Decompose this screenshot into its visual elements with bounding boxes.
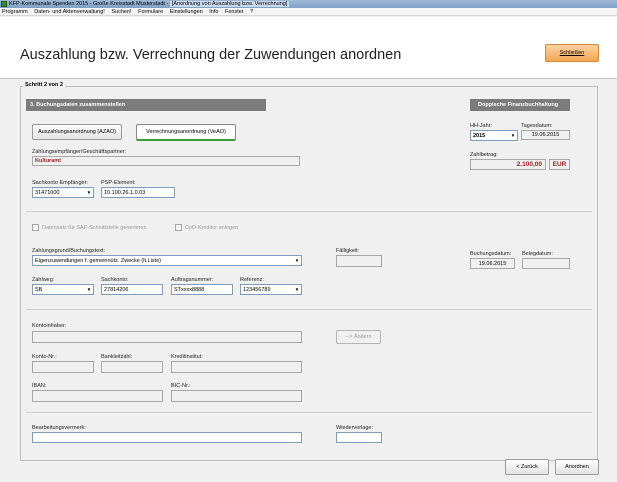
amount-field[interactable]: 2.100,00 bbox=[470, 159, 546, 170]
account-recipient-select[interactable]: 31471000 ▼ bbox=[32, 187, 94, 198]
account-label: Sachkonto: bbox=[101, 277, 129, 283]
resubmission-label: Wiedervorlage: bbox=[336, 425, 373, 431]
account-input[interactable]: 27814206 bbox=[101, 284, 163, 295]
hh-year-value: 2015 bbox=[473, 132, 486, 139]
resubmission-input[interactable] bbox=[336, 432, 382, 443]
close-button[interactable]: Schließen bbox=[545, 44, 599, 62]
sap-checkbox[interactable]: Datensatz für SAP-Schnittstelle generier… bbox=[32, 224, 147, 231]
order-button[interactable]: Anordnen bbox=[555, 459, 599, 475]
recipient-field[interactable]: Kulturamt bbox=[32, 156, 300, 166]
checkbox-icon bbox=[175, 224, 182, 231]
iban-field[interactable] bbox=[32, 390, 163, 402]
divider bbox=[26, 211, 592, 212]
step-indicator: Schritt 2 von 2 bbox=[23, 82, 65, 88]
note-label: Bearbeitungsvermerk: bbox=[32, 425, 86, 431]
reason-select[interactable]: Eigenzuwendungen f. gemeinnütz. Zwecke (… bbox=[32, 255, 302, 266]
account-no-label: Konto-Nr.: bbox=[32, 354, 57, 360]
menu-formulare[interactable]: Formulare bbox=[138, 9, 163, 15]
menu-fenster[interactable]: Fenster bbox=[225, 9, 244, 15]
veao-button[interactable]: Verrechnungsanordnung (VeAO) bbox=[136, 124, 236, 141]
menu-info[interactable]: Info bbox=[209, 9, 218, 15]
divider bbox=[26, 309, 592, 310]
bic-field[interactable] bbox=[171, 390, 302, 402]
reason-label: Zahlungsgrund/Buchungstext: bbox=[32, 248, 106, 254]
bank-code-label: Bankleitzahl: bbox=[101, 354, 133, 360]
chevron-down-icon: ▼ bbox=[86, 189, 92, 196]
cpd-checkbox[interactable]: CpD-Kreditor anlegen bbox=[175, 224, 238, 231]
chevron-down-icon: ▼ bbox=[294, 257, 300, 264]
reference-label: Referenz: bbox=[240, 277, 264, 283]
bic-label: BIC-Nr.: bbox=[171, 383, 191, 389]
menu-bar: Programm Daten- und Aktenverwaltung! Suc… bbox=[0, 8, 617, 16]
menu-programm[interactable]: Programm bbox=[2, 9, 28, 15]
recipient-label: Zahlungsempfänger/Geschäftspartner: bbox=[32, 149, 127, 155]
cpd-checkbox-label: CpD-Kreditor anlegen bbox=[185, 224, 239, 231]
holder-field[interactable] bbox=[32, 331, 302, 343]
bank-field[interactable] bbox=[171, 361, 302, 373]
reference-value: 123456789 bbox=[243, 286, 271, 293]
receipt-date-label: Belegdatum: bbox=[522, 251, 553, 257]
chevron-down-icon: ▼ bbox=[86, 286, 92, 293]
payment-method-select[interactable]: SB ▼ bbox=[32, 284, 94, 295]
amount-currency: EUR bbox=[549, 159, 570, 170]
change-button[interactable]: --> Ändern bbox=[336, 330, 381, 344]
order-no-input[interactable]: STxxxx8888 bbox=[171, 284, 233, 295]
chevron-down-icon: ▼ bbox=[510, 132, 516, 139]
section-booking-data: 3. Buchungsdaten zusammenstellen bbox=[26, 99, 266, 111]
sap-checkbox-label: Datensatz für SAP-Schnittstelle generier… bbox=[42, 224, 147, 231]
divider bbox=[26, 412, 592, 413]
section-doppik: Doppische Finanzbuchhaltung bbox=[470, 99, 570, 111]
due-field[interactable] bbox=[336, 255, 382, 267]
account-recipient-label: Sachkonto Empfänger: bbox=[32, 180, 88, 186]
menu-help[interactable]: ? bbox=[250, 9, 253, 15]
step-frame bbox=[20, 86, 598, 461]
menu-daten[interactable]: Daten- und Aktenverwaltung! bbox=[34, 9, 105, 15]
note-input[interactable] bbox=[32, 432, 302, 443]
day-date-label: Tagesdatum: bbox=[521, 123, 553, 129]
psp-label: PSP-Element: bbox=[101, 180, 136, 186]
booking-date-label: Buchungsdatum: bbox=[470, 251, 512, 257]
hh-year-label: HH-Jahr: bbox=[470, 123, 493, 129]
window-title-document: [Anordnung von Auszahlung bzw. Verrechnu… bbox=[169, 1, 290, 7]
menu-einstellungen[interactable]: Einstellungen bbox=[170, 9, 203, 15]
chevron-down-icon: ▼ bbox=[294, 286, 300, 293]
back-button[interactable]: < Zurück bbox=[505, 459, 549, 475]
bank-label: Kreditinstitut: bbox=[171, 354, 203, 360]
payment-method-label: Zahlweg: bbox=[32, 277, 55, 283]
azao-button[interactable]: Auszahlungsanordnung (AZAO) bbox=[32, 124, 122, 140]
hh-year-select[interactable]: 2015 ▼ bbox=[470, 130, 518, 141]
due-label: Fälligkeit: bbox=[336, 248, 360, 254]
app-icon bbox=[1, 1, 7, 7]
window-title: KFP-Kommunale Spenden 2015 - Große Kreis… bbox=[9, 1, 170, 7]
reference-select[interactable]: 123456789 ▼ bbox=[240, 284, 302, 295]
reason-value: Eigenzuwendungen f. gemeinnütz. Zwecke (… bbox=[35, 257, 161, 264]
bank-code-field[interactable] bbox=[101, 361, 163, 373]
order-no-label: Auftragsnummer: bbox=[171, 277, 214, 283]
page-title: Auszahlung bzw. Verrechnung der Zuwendun… bbox=[20, 47, 402, 63]
account-recipient-value: 31471000 bbox=[35, 189, 60, 196]
receipt-date-field[interactable] bbox=[522, 258, 570, 269]
menu-suchen[interactable]: Suchen! bbox=[111, 9, 131, 15]
booking-date-field[interactable]: 19.06.2015 bbox=[470, 258, 515, 269]
psp-input[interactable]: 10.100.26.1.0.03 bbox=[101, 187, 175, 198]
holder-label: Kontoinhaber: bbox=[32, 323, 67, 329]
checkbox-icon bbox=[32, 224, 39, 231]
day-date-field[interactable]: 19.06.2015 bbox=[521, 130, 570, 140]
amount-label: Zahlbetrag: bbox=[470, 152, 498, 158]
account-no-field[interactable] bbox=[32, 361, 94, 373]
payment-method-value: SB bbox=[35, 286, 43, 293]
iban-label: IBAN: bbox=[32, 383, 47, 389]
window-title-bar: KFP-Kommunale Spenden 2015 - Große Kreis… bbox=[0, 0, 617, 8]
